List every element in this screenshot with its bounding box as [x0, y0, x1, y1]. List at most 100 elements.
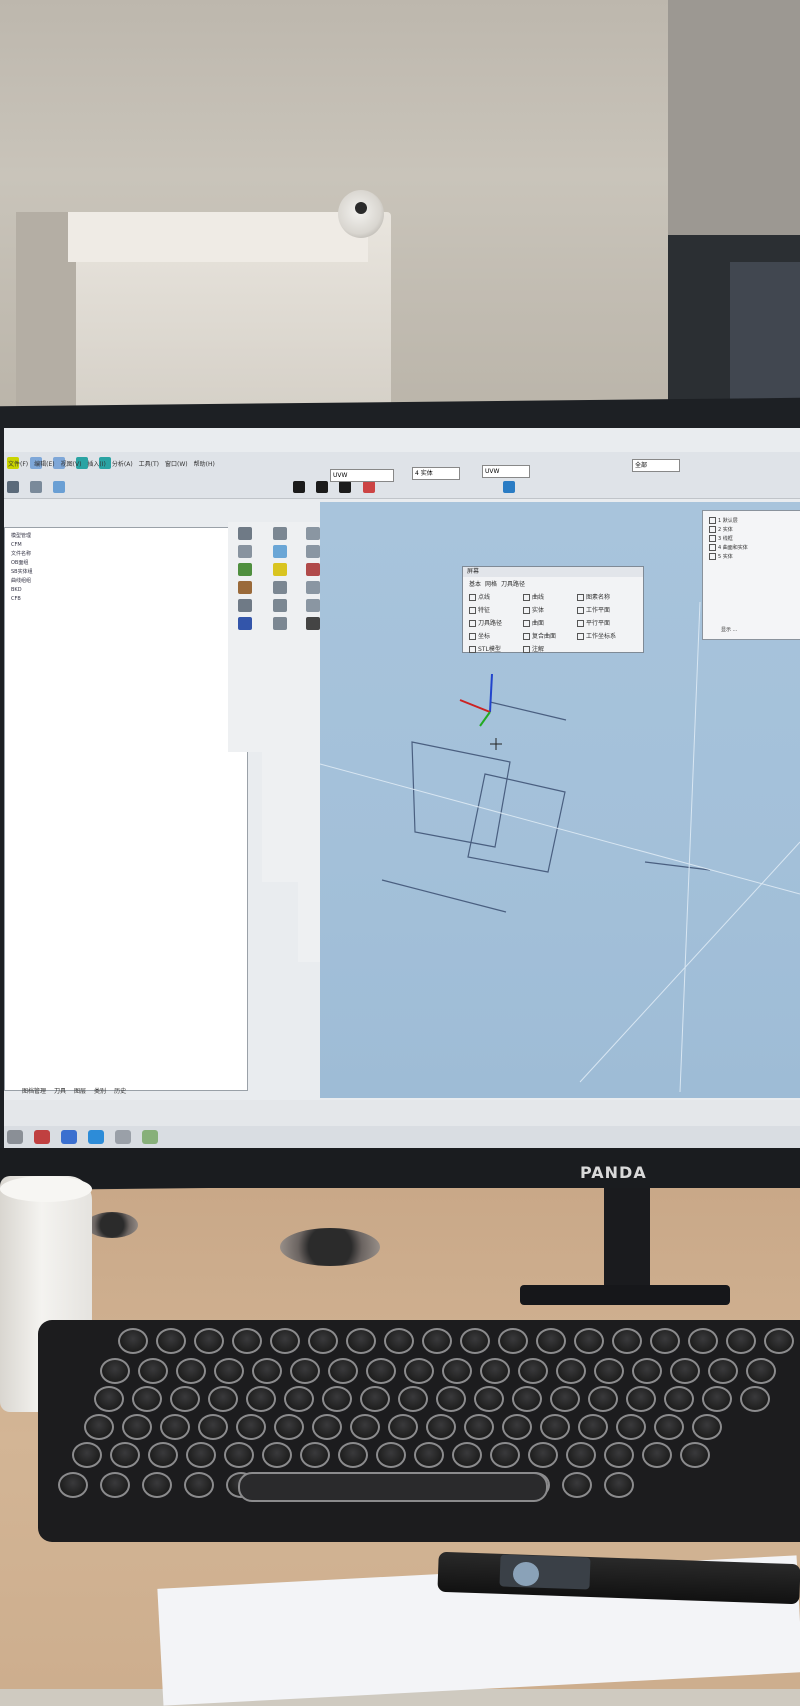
offset-tool-icon[interactable]: [306, 581, 320, 594]
option-label: 复合曲面: [532, 633, 557, 640]
tree-item[interactable]: OB面组: [5, 559, 247, 568]
option[interactable]: 坐标: [469, 631, 519, 640]
tree-item[interactable]: 文件名称: [5, 550, 247, 559]
option[interactable]: 工作平面: [577, 605, 627, 614]
tree-item[interactable]: 曲线组组: [5, 577, 247, 586]
mesh-tool-icon[interactable]: [306, 617, 320, 630]
edge-line: [381, 879, 507, 913]
tab-file-manager[interactable]: 图档管理: [22, 1086, 46, 1098]
surface-tool-icon[interactable]: [238, 563, 252, 576]
security-camera: [338, 190, 384, 238]
layer-item[interactable]: 2 实体: [709, 526, 800, 535]
trim-tool-icon[interactable]: [238, 599, 252, 612]
tab-categories[interactable]: 类别: [94, 1086, 106, 1098]
typewriter-keyboard: [38, 1320, 800, 1542]
folder-icon[interactable]: [142, 1130, 159, 1144]
option[interactable]: 实体: [523, 605, 573, 614]
option[interactable]: 刀具路径: [469, 618, 519, 627]
media-icon[interactable]: [115, 1130, 132, 1144]
app-icon[interactable]: [34, 1130, 51, 1144]
app-icon[interactable]: [61, 1130, 78, 1144]
stop-icon[interactable]: [362, 481, 375, 493]
keyboard-key: [654, 1414, 684, 1440]
menu-file[interactable]: 文件(F): [8, 459, 28, 472]
layer-item[interactable]: 4 曲面和实体: [709, 544, 800, 553]
cad-app-icon[interactable]: [88, 1130, 105, 1144]
option[interactable]: 平行平面: [577, 618, 627, 627]
menu-tools[interactable]: 工具(T): [139, 459, 159, 472]
keyboard-key: [160, 1414, 190, 1440]
option[interactable]: 特征: [469, 605, 519, 614]
keyboard-key: [764, 1328, 794, 1354]
edge-line-3: [644, 861, 711, 871]
wall-panel: [668, 0, 800, 235]
shape-tool-icon[interactable]: [238, 617, 252, 630]
menu-analyze[interactable]: 分析(A): [112, 459, 133, 472]
solid-tool-icon[interactable]: [238, 581, 252, 594]
option[interactable]: STL模型: [469, 644, 519, 653]
tab-history[interactable]: 历史: [114, 1086, 126, 1098]
option[interactable]: 注解: [523, 644, 573, 653]
option[interactable]: 工作坐标系: [577, 631, 627, 640]
mirror-tool-icon[interactable]: [306, 599, 320, 612]
menu-window[interactable]: 窗口(W): [165, 459, 188, 472]
filter-dropdown[interactable]: 全部: [632, 459, 680, 472]
tree-item[interactable]: SB实体组: [5, 568, 247, 577]
start-icon[interactable]: [7, 1130, 23, 1144]
keyboard-key: [100, 1358, 130, 1384]
circle-tool-icon[interactable]: [273, 617, 287, 630]
open-icon[interactable]: [30, 481, 43, 493]
delete-tool-icon[interactable]: [306, 563, 320, 576]
shade-dropdown[interactable]: 4 实体: [412, 467, 460, 480]
fillet-tool-icon[interactable]: [306, 527, 320, 540]
keyboard-key: [252, 1358, 282, 1384]
tab-layers[interactable]: 图层: [74, 1086, 86, 1098]
tree-item[interactable]: CFB: [5, 595, 247, 604]
menu-edit[interactable]: 编辑(E): [34, 459, 54, 472]
chamfer-tool-icon[interactable]: [306, 545, 320, 558]
polyline-tool-icon[interactable]: [273, 599, 287, 612]
arc-tool-icon[interactable]: [238, 545, 252, 558]
end-icon[interactable]: [339, 481, 352, 493]
play-icon[interactable]: [293, 481, 306, 493]
sketch-tool-icon[interactable]: [273, 527, 287, 540]
keyboard-key: [156, 1328, 186, 1354]
coord-dropdown[interactable]: UVW: [482, 465, 530, 478]
keyboard-key: [708, 1358, 738, 1384]
tree-item[interactable]: CFM: [5, 541, 247, 550]
keyboard-key: [214, 1358, 244, 1384]
undo-icon[interactable]: [53, 481, 66, 493]
extrude-tool-icon[interactable]: [273, 563, 287, 576]
keyboard-key: [132, 1386, 162, 1412]
dialog-title: 屏幕: [463, 567, 643, 577]
option[interactable]: 点线: [469, 592, 519, 601]
keyboard-key: [460, 1328, 490, 1354]
option[interactable]: 曲线: [523, 592, 573, 601]
keyboard-key: [208, 1386, 238, 1412]
layer-item[interactable]: 1 默认层: [709, 517, 800, 526]
option[interactable]: 图素名称: [577, 592, 627, 601]
keyboard-key: [170, 1386, 200, 1412]
layer-item[interactable]: 5 实体: [709, 553, 800, 562]
layer-item[interactable]: 3 线框: [709, 535, 800, 544]
menu-view[interactable]: 视图(V): [61, 459, 82, 472]
tree-item[interactable]: 模型管理: [5, 532, 247, 541]
line-tool-icon[interactable]: [238, 527, 252, 540]
view-dropdown[interactable]: UVW: [330, 469, 394, 482]
revolve-tool-icon[interactable]: [273, 581, 287, 594]
next-icon[interactable]: [316, 481, 329, 493]
layers-footer[interactable]: 显示 ...: [721, 626, 737, 633]
menu-insert[interactable]: 插入(I): [87, 459, 105, 472]
dialog-tab[interactable]: 基本: [469, 579, 481, 588]
sweep-tool-icon[interactable]: [273, 545, 287, 558]
option[interactable]: 曲面: [523, 618, 573, 627]
menu-help[interactable]: 帮助(H): [194, 459, 215, 472]
tree-item[interactable]: BKD: [5, 586, 247, 595]
option[interactable]: 复合曲面: [523, 631, 573, 640]
keyboard-key: [404, 1358, 434, 1384]
sphere-icon[interactable]: [502, 481, 515, 493]
dialog-tab[interactable]: 刀具路径: [501, 579, 525, 588]
save-icon[interactable]: [7, 481, 19, 493]
dialog-tab[interactable]: 网格: [485, 579, 497, 588]
tab-tools[interactable]: 刀具: [54, 1086, 66, 1098]
